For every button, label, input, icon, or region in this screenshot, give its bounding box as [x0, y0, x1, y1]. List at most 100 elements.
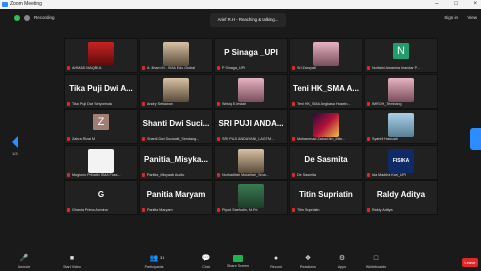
participant-name-text: AHMAD MAQBUL [72, 66, 102, 70]
record-icon: ● [273, 255, 279, 262]
participant-name-label: Tika Puji Dwi Setyorinda [67, 101, 135, 107]
participant-name-text: Sri Zaroyati [297, 66, 316, 70]
participant-name-text: Andry Setiawan [147, 101, 173, 106]
toolbar-item-apps[interactable]: ⚙ Apps [328, 255, 356, 269]
muted-mic-icon [67, 172, 70, 177]
participant-tile[interactable]: Tika Puji Dwi A... Tika Puji Dwi Setyorin… [64, 73, 138, 109]
toolbar-item-label: Unmute [17, 265, 31, 269]
muted-mic-icon [367, 66, 370, 71]
participant-name-text: Ghania Prima Azmina [72, 208, 108, 212]
participant-profile-photo [388, 77, 414, 102]
participant-display-name: Tika Puji Dwi A... [69, 83, 133, 93]
participant-name-text: Tika Puji Dwi Setyorinda [72, 101, 112, 106]
participant-profile-photo [238, 77, 264, 102]
muted-mic-icon [292, 101, 295, 106]
close-button[interactable]: × [473, 1, 477, 7]
participant-name-label: Raldy Aditya [367, 207, 435, 213]
participant-tile[interactable]: Syahril Hamzah [364, 109, 438, 144]
toolbar-item-label: Reactions [300, 265, 316, 269]
participant-display-name: Shanti Dwi Suci... [142, 119, 210, 128]
participant-tile[interactable]: Piyud Saefudin, M.Pd [214, 180, 288, 215]
participant-name-text: P Sinaga_UPI [222, 66, 246, 70]
start-video-icon: ■ [69, 255, 75, 262]
participant-tile[interactable]: Mugiono Prihatin SMA Foss... [64, 144, 138, 180]
participant-name-label: Titin Supriatin [292, 207, 360, 213]
toolbar-item-start-video[interactable]: ■ Start Video [58, 255, 86, 269]
participant-tile[interactable]: Wiwiq E.lestari [214, 73, 288, 109]
toolbar-item-whiteboards[interactable]: □ Whiteboards [362, 255, 390, 269]
participant-tile[interactable]: Teni HK_SMA A... Teni HK_SMA Angkasa Huse… [289, 73, 363, 109]
participant-tile[interactable]: N Nurfaini Amanina Iriandar P... [364, 38, 438, 73]
muted-mic-icon [142, 101, 145, 106]
leave-button[interactable]: Leave [462, 258, 478, 267]
participant-name-text: IMROH_Tembang [372, 101, 402, 106]
security-shield-icon[interactable] [14, 15, 20, 21]
participant-tile[interactable]: FISIKA Ida Madiha Kari_UPI [364, 144, 438, 180]
toolbar-item-unmute[interactable]: 🎤 Unmute [10, 255, 38, 269]
toolbar-item-share-screen[interactable]: Share Screen [224, 255, 252, 268]
window-title: Zoom Meeting [10, 1, 42, 7]
participant-name-text: Panitia Maryam [147, 208, 173, 212]
participant-display-name: De Sasmita [304, 154, 348, 164]
participant-name-label: Zahra Rizal M [67, 136, 135, 142]
participant-name-text: Zahra Rizal M [72, 137, 95, 141]
participant-name-label: Syahril Hamzah [367, 136, 435, 142]
participant-name-label: Nurfaini Amanina Iriandar P... [367, 65, 435, 71]
participant-name-text: Shanti Dwi Suciwati_Sendang... [147, 137, 200, 141]
participant-tile[interactable]: Raldy Aditya Raldy Aditya [364, 180, 438, 215]
participant-display-name: Titin Supriatin [299, 190, 353, 199]
participant-name-label: Andry Setiawan [142, 101, 210, 107]
muted-mic-icon [292, 208, 295, 213]
participant-tile[interactable]: IMROH_Tembang [364, 73, 438, 109]
participants-count: 31 [160, 255, 165, 260]
toolbar-item-label: Participants [144, 265, 164, 269]
participant-tile[interactable]: Andry Setiawan [139, 73, 213, 109]
view-menu[interactable]: View [467, 15, 477, 20]
muted-mic-icon [217, 66, 220, 71]
participant-name-label: Mugiono Prihatin SMA Foss... [67, 172, 135, 178]
reactions-icon: ❖ [304, 255, 312, 262]
toolbar-item-label: Start Video [63, 265, 81, 269]
participant-display-name: Panitia Maryam [146, 190, 206, 199]
screen-share-banner[interactable]: Arief R.H - Reaching & talking... [210, 13, 286, 27]
next-page-arrow[interactable] [470, 128, 481, 150]
previous-page-arrow-icon[interactable] [12, 136, 18, 148]
participant-tile[interactable]: Muhammad Zainal Ilm_Miw... [289, 109, 363, 144]
toolbar-item-reactions[interactable]: ❖ Reactions [294, 255, 322, 269]
muted-mic-icon [217, 172, 220, 177]
participant-name-label: Ida Madiha Kari_UPI [367, 172, 435, 178]
participant-tile[interactable]: AHMAD MAQBUL [64, 38, 138, 73]
participant-name-label: De Sasmita [292, 172, 360, 178]
participant-name-text: Mugiono Prihatin SMA Foss... [72, 172, 121, 177]
participant-tile[interactable]: A. Ilham M - SMA Edu Global [139, 38, 213, 73]
participant-tile[interactable]: Panitia Maryam Panitia Maryam [139, 180, 213, 215]
participant-tile[interactable]: Sri Zaroyati [289, 38, 363, 73]
participant-tile[interactable]: Panitia_Misyka... Panitia_Misyaab Audio [139, 144, 213, 180]
toolbar-item-label: Share Screen [227, 264, 249, 268]
minimize-button[interactable]: – [435, 1, 438, 7]
participant-tile[interactable]: De Sasmita De Sasmita [289, 144, 363, 180]
toolbar-item-chat[interactable]: 💬 Chat [192, 255, 220, 269]
chat-icon: 💬 [201, 255, 211, 262]
participant-tile[interactable]: G Ghania Prima Azmina [64, 180, 138, 215]
participant-profile-photo [88, 42, 114, 66]
participant-tile[interactable]: SRI PUJI ANDA... SRI PUJI ANDAYANI_LAGTM.… [214, 109, 288, 144]
participant-tile[interactable]: Nurhadifah Mutalifah_Sma... [214, 144, 288, 180]
participant-tile[interactable]: P Sinaga _UPI P Sinaga_UPI [214, 38, 288, 73]
participant-tile[interactable]: Titin Supriatin Titin Supriatin [289, 180, 363, 215]
muted-mic-icon [67, 66, 70, 71]
participant-display-name: SRI PUJI ANDA... [218, 119, 284, 128]
zoom-logo-icon [2, 2, 8, 7]
participant-display-name: Raldy Aditya [376, 190, 426, 199]
participant-tile[interactable]: Shanti Dwi Suci... Shanti Dwi Suciwati_Se… [139, 109, 213, 144]
participant-name-text: A. Ilham M - SMA Edu Global [147, 66, 195, 70]
maximize-button[interactable]: □ [454, 1, 458, 7]
toolbar-item-record[interactable]: ● Record [262, 255, 290, 269]
whiteboards-icon: □ [373, 255, 379, 262]
participant-name-text: De Sasmita [297, 172, 317, 177]
participant-tile[interactable]: Z Zahra Rizal M [64, 109, 138, 144]
participant-name-text: Nurhadifah Mutalifah_Sma... [222, 172, 269, 177]
sign-in-link[interactable]: Sign in [444, 15, 458, 20]
info-icon[interactable] [24, 15, 30, 21]
participant-display-name: Panitia_Misyka... [143, 154, 209, 164]
